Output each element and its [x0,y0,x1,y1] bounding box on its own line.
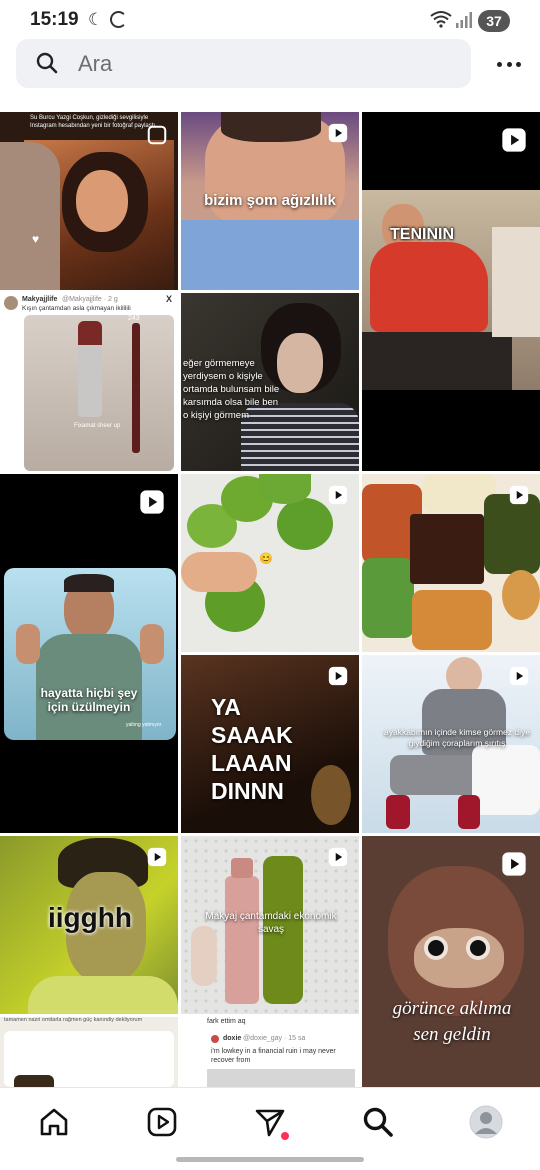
grid-tile-reel[interactable]: YA SAAAK LAAAN DINNN [181,655,359,833]
signal-icon [456,12,472,28]
grid-tile-reel[interactable]: Makyaj çantamdaki ekonomik savaş [181,836,359,1014]
dot [516,61,521,67]
sync-icon [110,11,127,28]
grid-tile-post[interactable]: fark ettim aq doxie @doxie_gay · 15 sa i… [181,1017,359,1087]
status-bar: 15:19 ☾ 37 [0,0,540,40]
more-options-button[interactable] [494,52,524,76]
tile-caption: Makyaj çantamdaki ekonomik savaş [205,911,337,935]
post-handle: @doxie_gay · 15 sa [243,1035,306,1042]
tile-caption: bizim şom ağızlılık [204,192,336,209]
grid-tile-reel[interactable]: iigghh [0,836,178,1014]
x-logo-icon: X [166,294,173,304]
tile-caption: hayatta hiçbi şey için üzülmeyin [40,686,138,714]
dot [497,61,502,67]
grid-tile-post[interactable]: Makyajjlife @Makyajjlife · 2 g X Kışın ç… [0,293,178,471]
nav-reels[interactable] [142,1102,182,1142]
tile-caption: eğer görmemeye yerdiysem o kişiyle ortam… [183,358,280,421]
tile-caption: ayakkabımın içinde kimse görmez diye giy… [384,727,530,748]
explore-grid: Su Burcu Yazgi Coşkun, gizlediği sevgili… [0,112,540,1087]
post-text: i'm lowkey in a financial ruin i may nev… [211,1048,336,1064]
heart-icon: ♥ [32,232,40,246]
home-icon [40,1108,68,1136]
nav-profile[interactable] [466,1102,506,1142]
grid-tile-reel[interactable]: 😊 [181,474,359,652]
home-indicator [176,1157,364,1162]
wifi-icon [430,11,452,28]
reels-icon [328,123,348,143]
grid-tile-reel[interactable]: görünce aklıma sen geldin [362,836,540,1087]
battery-indicator: 37 [478,10,510,32]
post-text: Kışın çantamdan asla çıkmayan ikililili [22,305,131,312]
search-bar[interactable] [16,39,471,88]
post-subtitle: Fixamat sheer up [74,423,121,429]
post-handle: @Makyajjlife · 2 g [62,296,118,303]
search-icon [363,1107,393,1137]
reels-icon [328,485,348,505]
search-input[interactable] [78,39,458,88]
grid-tile-reel[interactable] [362,474,540,652]
notification-dot [281,1132,289,1140]
nav-messages[interactable] [250,1102,290,1142]
tile-badge: yaltıng yatmıyor [126,722,162,728]
grid-tile-post[interactable]: tamamen nazri omitarla rağmen güç kanınd… [0,1017,178,1087]
post-text: fark ettim aq [207,1018,246,1025]
grid-tile-reel[interactable]: bizim şom ağızlılık [181,112,359,290]
grid-tile-reel[interactable]: TENININ [362,112,540,471]
tile-caption: tamamen nazri omitarla rağmen güç kanınd… [4,1017,143,1023]
reels-icon [502,128,526,152]
nav-search[interactable] [358,1102,398,1142]
dot [506,61,512,67]
grid-tile-reel[interactable]: ayakkabımın içinde kimse görmez diye giy… [362,655,540,833]
tile-caption: TENININ [390,226,454,243]
search-icon [36,52,58,74]
grid-tile-reel[interactable]: hayatta hiçbi şey için üzülmeyin yaltıng… [0,474,178,833]
multi-post-icon [147,125,167,145]
post-number: 243 [128,315,140,322]
clock: 15:19 [30,9,79,30]
tile-caption: görünce aklıma sen geldin [392,998,512,1045]
reels-icon [509,485,529,505]
post-username: doxie [223,1035,242,1042]
post-username: Makyajjlife [22,296,58,303]
avatar [469,1105,503,1139]
reels-icon [328,666,348,686]
nav-home[interactable] [34,1102,74,1142]
grid-tile-post[interactable]: eğer görmemeye yerdiysem o kişiyle ortam… [181,293,359,471]
reels-icon [147,847,167,867]
grid-tile-post[interactable]: Su Burcu Yazgi Coşkun, gizlediği sevgili… [0,112,178,290]
tile-caption: YA SAAAK LAAAN DINNN [211,694,293,804]
reels-icon [502,852,526,876]
tile-caption: iigghh [48,902,132,933]
reels-icon [328,847,348,867]
reels-icon [147,1107,177,1137]
emoji-icon: 😊 [259,553,273,565]
reels-icon [509,666,529,686]
moon-icon: ☾ [88,10,104,29]
reels-icon [140,490,164,514]
